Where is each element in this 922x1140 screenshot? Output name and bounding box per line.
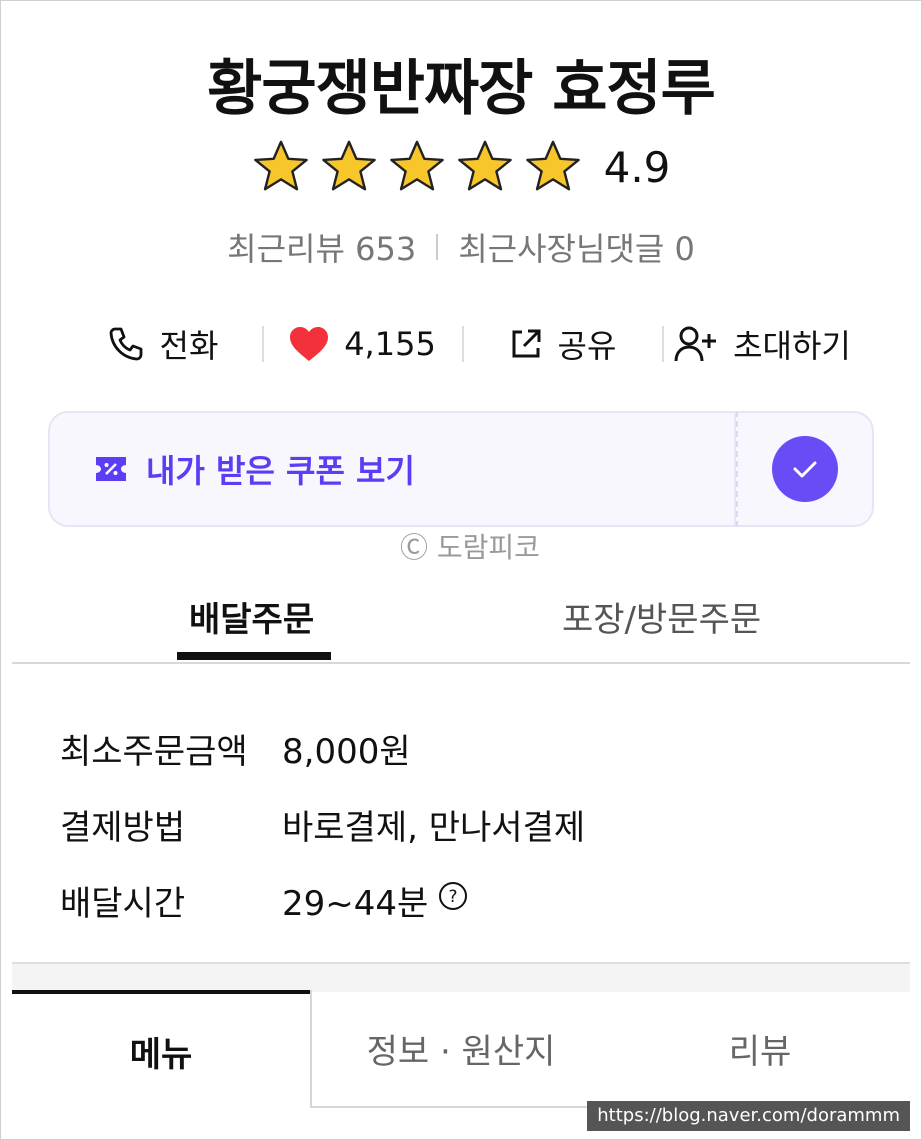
star-icon <box>253 140 308 191</box>
heart-icon <box>290 327 329 361</box>
like-count: 4,155 <box>344 325 436 363</box>
tab-review[interactable]: 리뷰 <box>610 990 910 1108</box>
phone-icon <box>109 327 142 361</box>
share-button[interactable]: 공유 <box>462 316 662 372</box>
tab-delivery[interactable]: 배달주문 <box>189 592 314 641</box>
check-icon <box>793 461 817 478</box>
delivery-info: 최소주문금액 8,000원 결제방법 바로결제, 만나서결제 배달시간 29~4… <box>60 710 880 938</box>
share-label: 공유 <box>557 327 617 365</box>
active-tab-indicator <box>177 652 331 660</box>
invite-button[interactable]: 초대하기 <box>662 316 862 372</box>
star-icon <box>321 140 376 191</box>
coupon-icon <box>96 457 126 481</box>
star-icon <box>457 140 512 191</box>
review-meta: 최근리뷰 653 최근사장님댓글 0 <box>0 224 922 270</box>
divider <box>436 234 439 260</box>
info-key: 배달시간 <box>60 883 186 924</box>
recent-reviews-link[interactable]: 최근리뷰 653 <box>227 224 416 270</box>
coupon-label: 내가 받은 쿠폰 보기 <box>146 452 415 490</box>
content-tabs: 메뉴 정보 · 원산지 리뷰 <box>12 990 910 1108</box>
action-bar: 전화 4,155 공유 초대하기 <box>62 316 862 372</box>
check-button[interactable] <box>772 436 838 502</box>
call-button[interactable]: 전화 <box>62 316 262 372</box>
owner-replies-link[interactable]: 최근사장님댓글 0 <box>458 224 695 270</box>
source-url-badge: https://blog.naver.com/dorammm <box>587 1101 910 1131</box>
call-label: 전화 <box>159 327 219 365</box>
tab-info-origin[interactable]: 정보 · 원산지 <box>310 990 610 1108</box>
info-key: 결제방법 <box>60 807 186 848</box>
section-divider <box>12 962 910 992</box>
add-user-icon <box>674 326 717 362</box>
store-title: 황궁쟁반짜장 효정루 <box>207 54 716 124</box>
star-icon <box>389 140 444 191</box>
help-icon[interactable]: ? <box>438 880 468 920</box>
like-button[interactable]: 4,155 <box>262 316 462 372</box>
rating-value: 4.9 <box>603 142 671 192</box>
tab-menu[interactable]: 메뉴 <box>12 990 310 1108</box>
info-value: 8,000원 <box>282 731 411 772</box>
info-row: 결제방법 바로결제, 만나서결제 <box>60 786 880 862</box>
coupon-check-area[interactable] <box>736 411 874 527</box>
info-value: 바로결제, 만나서결제 <box>282 807 586 848</box>
info-key: 최소주문금액 <box>60 731 248 772</box>
info-row: 배달시간 29~44분 ? <box>60 862 880 938</box>
info-row: 최소주문금액 8,000원 <box>60 710 880 786</box>
svg-text:?: ? <box>449 887 458 907</box>
star-icon <box>525 140 580 191</box>
info-value: 29~44분 <box>282 883 429 924</box>
coupon-button[interactable]: 내가 받은 쿠폰 보기 <box>48 411 736 527</box>
invite-label: 초대하기 <box>733 327 851 365</box>
share-icon <box>512 329 541 358</box>
watermark: Ⓒ 도람피코 <box>400 531 540 564</box>
rating-row: 4.9 <box>0 138 922 196</box>
order-type-tabs: 배달주문 포장/방문주문 <box>12 580 910 664</box>
tab-pickup[interactable]: 포장/방문주문 <box>562 592 761 641</box>
